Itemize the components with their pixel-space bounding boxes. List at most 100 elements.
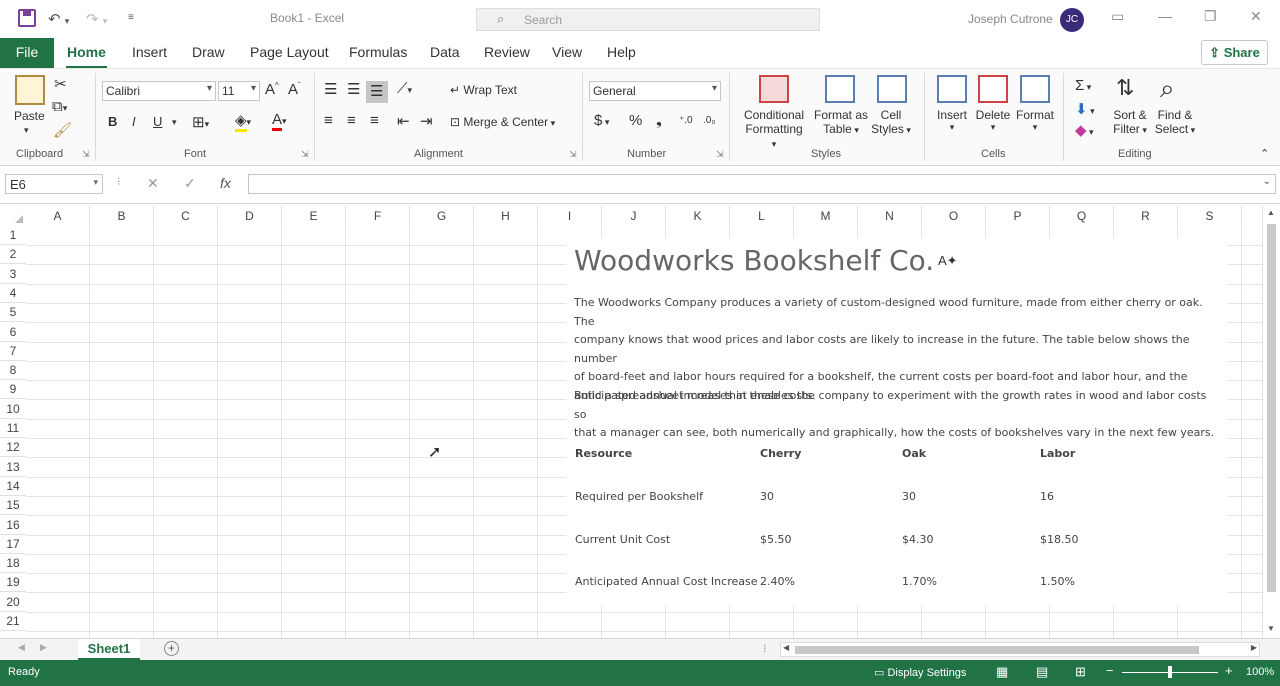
cut-icon[interactable]: ✂: [54, 75, 67, 93]
tab-view[interactable]: View: [552, 44, 582, 60]
borders-icon[interactable]: ⊞▾: [192, 113, 209, 131]
bottom-align-icon[interactable]: ☰: [370, 82, 383, 100]
column-header-l[interactable]: L: [730, 206, 794, 226]
font-name-dropdown[interactable]: Calibri ▾: [102, 81, 216, 101]
column-header-a[interactable]: A: [26, 206, 90, 226]
format-cells-button[interactable]: Format ▾: [1014, 108, 1056, 133]
user-name[interactable]: Joseph Cutrone: [968, 12, 1053, 26]
clear-icon[interactable]: ◆ ▾: [1075, 121, 1094, 139]
format-painter-icon[interactable]: 🖌: [53, 121, 72, 139]
conditional-formatting-button[interactable]: Conditional Formatting ▾: [742, 108, 806, 150]
enter-icon[interactable]: ✓: [184, 175, 196, 192]
zoom-level[interactable]: 100%: [1246, 666, 1274, 678]
column-header-d[interactable]: D: [218, 206, 282, 226]
formula-input[interactable]: ⌄: [248, 174, 1276, 194]
ideas-icon[interactable]: A✦: [938, 253, 958, 269]
expand-formula-icon[interactable]: ⌄: [1263, 176, 1271, 187]
alignment-launcher-icon[interactable]: ⇲: [569, 149, 577, 160]
merge-center-button[interactable]: ⊡ Merge & Center ▾: [450, 115, 555, 129]
display-settings-button[interactable]: ▭ Display Settings: [874, 666, 966, 679]
tab-draw[interactable]: Draw: [192, 44, 225, 60]
number-format-dropdown[interactable]: General ▾: [589, 81, 721, 101]
column-header-g[interactable]: G: [410, 206, 474, 226]
prev-sheet-icon[interactable]: ◀: [18, 642, 25, 653]
autosum-icon[interactable]: Σ ▾: [1075, 77, 1091, 94]
paste-dropdown-icon[interactable]: ▾: [24, 125, 29, 136]
paste-icon[interactable]: [15, 75, 45, 105]
scroll-left-icon[interactable]: ◀: [783, 643, 789, 652]
zoom-in-icon[interactable]: +: [1225, 663, 1233, 678]
column-header-b[interactable]: B: [90, 206, 154, 226]
font-size-dropdown[interactable]: 11 ▾: [218, 81, 260, 101]
customize-qat-icon[interactable]: ≡: [128, 12, 134, 23]
scroll-up-icon[interactable]: ▲: [1267, 208, 1275, 217]
cell-styles-button[interactable]: Cell Styles ▾: [868, 108, 914, 136]
hscroll-thumb[interactable]: [795, 646, 1199, 654]
font-launcher-icon[interactable]: ⇲: [301, 149, 309, 160]
row-header-7[interactable]: 7: [0, 342, 26, 361]
italic-button[interactable]: I: [132, 114, 136, 129]
sort-filter-button[interactable]: Sort & Filter ▾: [1108, 108, 1152, 136]
column-header-q[interactable]: Q: [1050, 206, 1114, 226]
tab-insert[interactable]: Insert: [132, 44, 167, 60]
align-center-icon[interactable]: ≡: [347, 112, 356, 129]
font-color-icon[interactable]: A▾: [272, 111, 287, 131]
vertical-scrollbar[interactable]: ▲ ▼: [1262, 206, 1280, 638]
row-header-5[interactable]: 5: [0, 303, 26, 323]
row-header-2[interactable]: 2: [0, 245, 26, 265]
scroll-down-icon[interactable]: ▼: [1267, 624, 1275, 633]
tab-review[interactable]: Review: [484, 44, 530, 60]
name-box[interactable]: E6 ▾: [5, 174, 103, 194]
select-all-corner[interactable]: [0, 206, 26, 226]
row-header-20[interactable]: 20: [0, 593, 26, 612]
row-header-4[interactable]: 4: [0, 284, 26, 303]
avatar[interactable]: JC: [1060, 8, 1084, 32]
decrease-indent-icon[interactable]: ⇤: [397, 112, 410, 130]
underline-dropdown-icon[interactable]: ▾: [172, 117, 177, 128]
insert-function-icon[interactable]: fx: [220, 175, 231, 191]
column-header-o[interactable]: O: [922, 206, 986, 226]
worksheet-grid[interactable]: ABCDEFGHIJKLMNOPQRS 1 2 3 4 5 6 7 8 9 10 11 12 13 14 1…: [0, 204, 1262, 638]
decrease-decimal-icon[interactable]: .0₀: [703, 115, 716, 126]
splitter-icon[interactable]: ⁝: [763, 642, 767, 655]
paste-button[interactable]: Paste: [14, 109, 45, 123]
page-layout-view-icon[interactable]: ▤: [1036, 664, 1048, 680]
column-header-r[interactable]: R: [1114, 206, 1178, 226]
top-align-icon[interactable]: ☰: [324, 80, 337, 98]
decrease-font-icon[interactable]: Aˇ: [288, 81, 301, 98]
percent-icon[interactable]: %: [629, 112, 642, 129]
row-header-11[interactable]: 11: [0, 419, 26, 438]
number-launcher-icon[interactable]: ⇲: [716, 149, 724, 160]
tab-file[interactable]: File: [0, 38, 54, 68]
align-right-icon[interactable]: ≡: [370, 112, 379, 129]
row-header-12[interactable]: 12: [0, 438, 26, 458]
row-header-14[interactable]: 14: [0, 477, 26, 496]
middle-align-icon[interactable]: ☰: [347, 80, 360, 98]
row-header-6[interactable]: 6: [0, 323, 26, 342]
column-header-k[interactable]: K: [666, 206, 730, 226]
row-header-1[interactable]: 1: [0, 226, 26, 245]
format-as-table-button[interactable]: Format as Table ▾: [812, 108, 870, 136]
row-header-9[interactable]: 9: [0, 380, 26, 400]
column-header-h[interactable]: H: [474, 206, 538, 226]
cancel-icon[interactable]: ✕: [147, 175, 159, 192]
comma-icon[interactable]: ❟: [656, 112, 662, 129]
tab-help[interactable]: Help: [607, 44, 636, 60]
normal-view-icon[interactable]: ▦: [996, 664, 1008, 680]
tab-page-layout[interactable]: Page Layout: [250, 44, 329, 60]
row-header-16[interactable]: 16: [0, 516, 26, 535]
currency-icon[interactable]: $ ▾: [594, 112, 609, 129]
next-sheet-icon[interactable]: ▶: [40, 642, 47, 653]
increase-indent-icon[interactable]: ⇥: [420, 112, 433, 130]
bold-button[interactable]: B: [108, 114, 117, 129]
scrollbar-thumb[interactable]: [1267, 224, 1276, 592]
clipboard-launcher-icon[interactable]: ⇲: [82, 149, 90, 160]
find-select-button[interactable]: Find & Select ▾: [1152, 108, 1198, 136]
column-header-i[interactable]: I: [538, 206, 602, 226]
align-left-icon[interactable]: ≡: [324, 112, 333, 129]
tab-data[interactable]: Data: [430, 44, 460, 60]
horizontal-scrollbar[interactable]: ◀ ▶: [780, 642, 1260, 657]
row-header-13[interactable]: 13: [0, 458, 26, 477]
column-header-p[interactable]: P: [986, 206, 1050, 226]
minimize-icon[interactable]: —: [1158, 8, 1172, 24]
